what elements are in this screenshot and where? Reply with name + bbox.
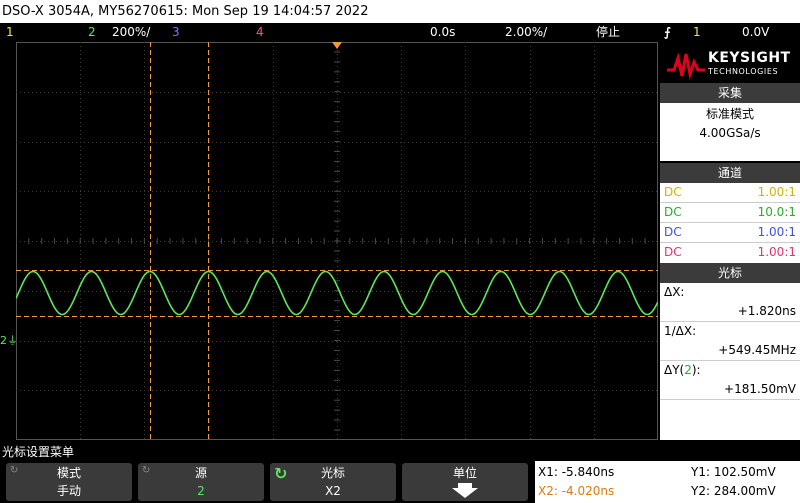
delta-x-value: +1.820ns — [737, 304, 796, 318]
source-value: 2 — [197, 484, 205, 498]
delta-y-prefix: ΔY( — [664, 363, 685, 377]
window-title: DSO-X 3054A, MY56270615: Mon Sep 19 14:0… — [0, 0, 800, 23]
menu-title: 光标设置菜单 — [2, 445, 75, 459]
channel-2-indicator[interactable]: 2 — [88, 23, 96, 42]
acquire-rate: 4.00GSa/s — [699, 126, 761, 140]
cursor-header: 光标 — [660, 263, 800, 283]
delta-x-label: ΔX: — [664, 285, 685, 299]
brand-sub: TECHNOLOGIES — [708, 67, 779, 76]
ground-icon: ⏚ — [7, 334, 18, 347]
y1-readout: Y1: 102.50mV — [691, 465, 776, 479]
channel-1-probe: 1.00:1 — [757, 185, 796, 199]
side-panel: KEYSIGHT TECHNOLOGIES 采集 标准模式 4.00GSa/s … — [660, 42, 800, 440]
softkey-bar: ↻ 模式 手动 ↻ 源 2 ↻ 光标 X2 单位 — [0, 461, 532, 503]
units-softkey[interactable]: 单位 — [402, 463, 528, 501]
waveform-display[interactable] — [16, 42, 658, 440]
cursor-readout: X1: -5.840ns X2: -4.020ns Y1: 102.50mV Y… — [535, 461, 800, 503]
run-state[interactable]: 停止 — [596, 23, 620, 42]
timebase-scale: 2.00%/ — [505, 25, 548, 39]
channel-2-waveform — [16, 270, 658, 316]
x1-readout: X1: -5.840ns — [538, 465, 615, 479]
channel-2-coupling: DC — [664, 205, 682, 219]
graticule — [16, 42, 658, 440]
cursor-value: X2 — [325, 484, 341, 498]
time-delay: 0.0s — [430, 25, 456, 39]
channel-1-coupling: DC — [664, 185, 682, 199]
trigger-edge-icon: ⨍ — [664, 25, 671, 39]
channel-2-scale: 200%/ — [112, 25, 151, 39]
channel-3-probe: 1.00:1 — [757, 225, 796, 239]
status-bar: 1 2 200%/ 3 4 0.0s 2.00%/ 停止 ⨍ 1 0.0V — [0, 23, 800, 42]
source-label: 源 — [194, 466, 207, 480]
delta-y-channel: 2 — [684, 363, 692, 377]
channel-4-probe: 1.00:1 — [757, 245, 796, 259]
units-label: 单位 — [452, 466, 477, 480]
channel-2-ground-marker[interactable]: 2⏚ — [0, 332, 18, 354]
cursor-softkey[interactable]: ↻ 光标 X2 — [270, 463, 396, 501]
channel-4-indicator[interactable]: 4 — [256, 23, 264, 42]
cursor-section: ΔX: +1.820ns 1/ΔX: +549.45MHz ΔY(2): +18… — [660, 283, 800, 440]
keysight-wave-icon — [667, 52, 705, 80]
brand-name: KEYSIGHT — [708, 50, 791, 66]
mode-value: 手动 — [56, 484, 81, 498]
channel-3-coupling: DC — [664, 225, 682, 239]
x2-readout: X2: -4.020ns — [538, 484, 615, 498]
channel-4-coupling: DC — [664, 245, 682, 259]
acquire-mode: 标准模式 — [705, 107, 754, 121]
acquire-header: 采集 — [660, 83, 800, 103]
ground-marker-label: 2 — [0, 334, 7, 347]
inverse-delta-x-label: 1/ΔX: — [664, 324, 697, 338]
mode-softkey[interactable]: ↻ 模式 手动 — [6, 463, 132, 501]
channel-section: DC 1.00:1 DC 10.0:1 DC 1.00:1 DC 1.00:1 — [660, 183, 800, 263]
y2-readout: Y2: 284.00mV — [691, 484, 776, 498]
channel-1-indicator[interactable]: 1 — [6, 23, 14, 42]
channel-header: 通道 — [660, 163, 800, 183]
delta-y-value: +181.50mV — [724, 382, 796, 396]
mode-label: 模式 — [56, 466, 81, 480]
acquire-section: 标准模式 4.00GSa/s — [660, 103, 800, 161]
delta-y-label: ΔY(2): — [664, 361, 701, 380]
keysight-logo: KEYSIGHT TECHNOLOGIES — [660, 42, 800, 87]
source-softkey[interactable]: ↻ 源 2 — [138, 463, 264, 501]
arrow-down-icon — [452, 483, 478, 498]
trigger-position-marker — [332, 42, 342, 49]
cursor-label: 光标 — [320, 466, 345, 480]
inverse-delta-x-value: +549.45MHz — [718, 343, 796, 357]
channel-2-probe: 10.0:1 — [757, 205, 796, 219]
delta-y-suffix: ): — [691, 363, 701, 377]
trigger-level: 0.0V — [742, 25, 770, 39]
trigger-source: 1 — [693, 25, 701, 39]
channel-3-indicator[interactable]: 3 — [172, 23, 180, 42]
